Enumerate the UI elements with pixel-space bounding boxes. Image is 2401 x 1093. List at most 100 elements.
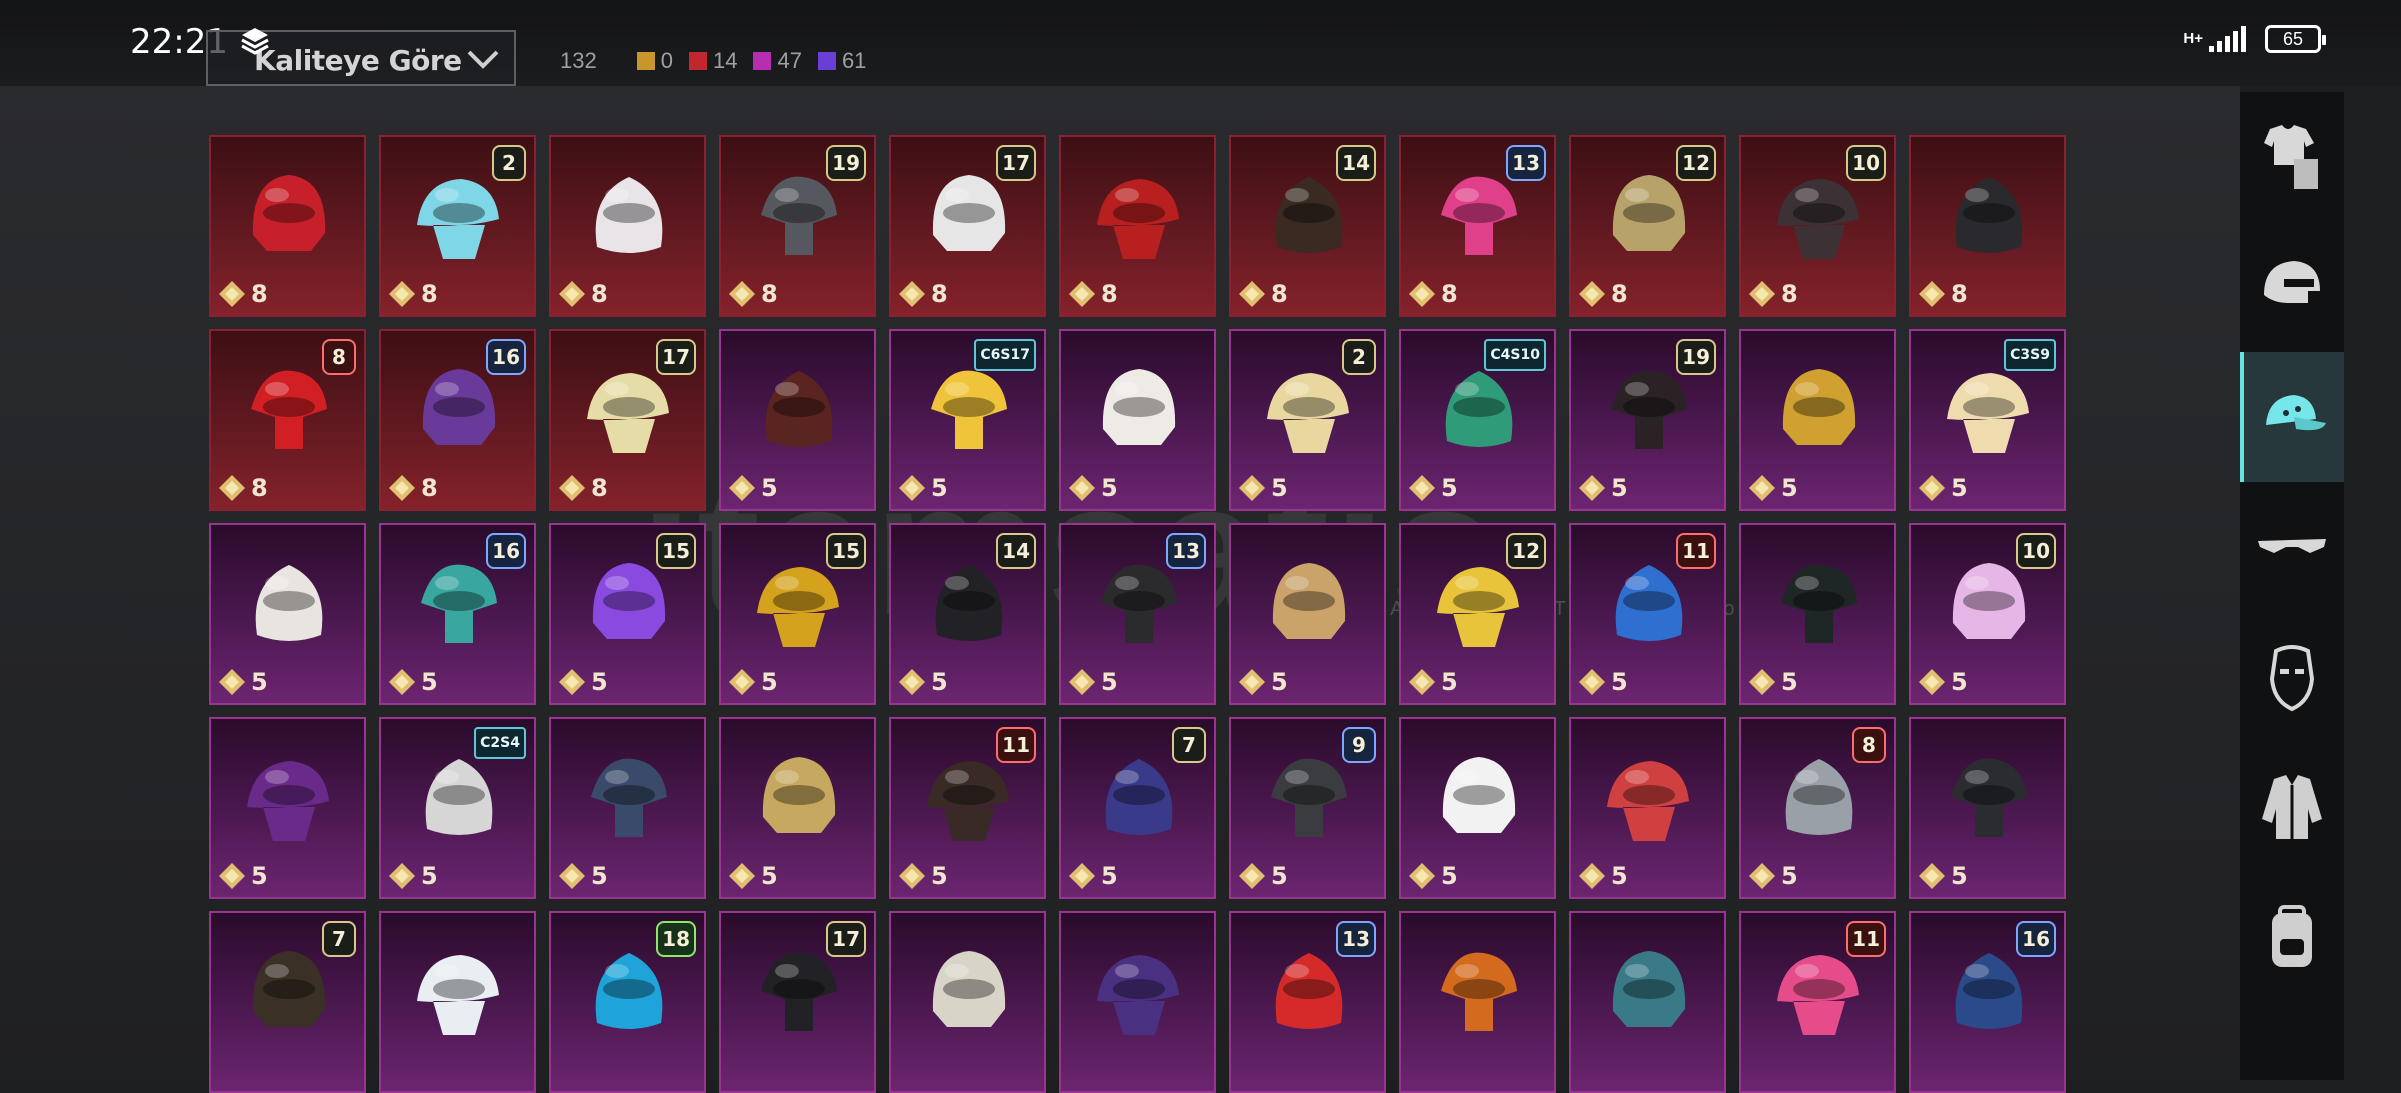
item-card[interactable]: 18	[549, 911, 706, 1093]
sidebar-item-headwear[interactable]	[2240, 352, 2344, 482]
item-card[interactable]: 5	[1909, 717, 2066, 899]
item-price: 8	[1917, 279, 1968, 309]
battery-indicator: 65	[2265, 25, 2326, 53]
count-epic: 47	[753, 48, 802, 74]
item-card[interactable]: 10 8	[1739, 135, 1896, 317]
item-level-badge: C2S4	[474, 727, 526, 759]
item-card[interactable]: 14 8	[1229, 135, 1386, 317]
diamond-icon	[1919, 669, 1945, 695]
item-card[interactable]: 17 8	[549, 329, 706, 511]
item-level-badge: 13	[1336, 921, 1376, 957]
item-card[interactable]: C3S9 5	[1909, 329, 2066, 511]
item-card[interactable]: 19 5	[1569, 329, 1726, 511]
item-card[interactable]: 8	[549, 135, 706, 317]
item-card[interactable]: 19 8	[719, 135, 876, 317]
item-price-value: 5	[761, 862, 778, 890]
item-card[interactable]: 8	[209, 135, 366, 317]
item-level-badge: 14	[1336, 145, 1376, 181]
diamond-icon	[389, 475, 415, 501]
item-card[interactable]: 14 5	[889, 523, 1046, 705]
item-price-value: 5	[591, 862, 608, 890]
item-thumbnail	[762, 757, 836, 833]
item-price-value: 8	[931, 280, 948, 308]
item-card[interactable]: 17	[719, 911, 876, 1093]
item-card[interactable]: 5	[719, 329, 876, 511]
item-card[interactable]: 7	[209, 911, 366, 1093]
item-card[interactable]: 11	[1739, 911, 1896, 1093]
item-card[interactable]	[379, 911, 536, 1093]
diamond-icon	[899, 281, 925, 307]
item-level-badge: 8	[1852, 727, 1886, 763]
item-level-badge: 9	[1342, 727, 1376, 763]
item-card[interactable]: 5	[209, 523, 366, 705]
item-card[interactable]: 11 5	[1569, 523, 1726, 705]
item-card[interactable]: 8	[1059, 135, 1216, 317]
item-price: 5	[727, 473, 778, 503]
item-thumbnail	[765, 371, 833, 447]
diamond-icon	[899, 475, 925, 501]
diamond-icon	[1239, 281, 1265, 307]
item-card[interactable]: 5	[1569, 717, 1726, 899]
item-card[interactable]: C2S4 5	[379, 717, 536, 899]
diamond-icon	[1239, 475, 1265, 501]
sidebar-item-face[interactable]	[2240, 612, 2344, 742]
item-card[interactable]: 5	[1229, 523, 1386, 705]
mythic-swatch	[688, 52, 707, 70]
item-thumbnail	[1781, 564, 1857, 643]
item-card[interactable]: 13	[1229, 911, 1386, 1093]
item-card[interactable]: 5	[719, 717, 876, 899]
item-card[interactable]: 5	[1739, 523, 1896, 705]
item-price: 5	[727, 667, 778, 697]
item-card[interactable]	[1059, 911, 1216, 1093]
item-card[interactable]: 13 8	[1399, 135, 1556, 317]
diamond-icon	[559, 281, 585, 307]
item-card[interactable]: 85	[1739, 717, 1896, 899]
item-card[interactable]: 13 5	[1059, 523, 1216, 705]
item-level-badge: 17	[826, 921, 866, 957]
item-price: 5	[1237, 861, 1288, 891]
item-card[interactable]	[1399, 911, 1556, 1093]
item-card[interactable]: 5	[549, 717, 706, 899]
item-card[interactable]: 5	[1739, 329, 1896, 511]
sidebar-item-eyewear[interactable]	[2240, 482, 2344, 612]
sidebar-item-helmet[interactable]	[2240, 222, 2344, 352]
item-card[interactable]: 28	[379, 135, 536, 317]
item-price-value: 8	[421, 474, 438, 502]
item-thumbnail	[417, 955, 499, 1035]
item-price: 5	[727, 861, 778, 891]
item-price: 8	[1577, 279, 1628, 309]
item-card[interactable]: 5	[1059, 329, 1216, 511]
item-card[interactable]: 88	[209, 329, 366, 511]
item-card[interactable]: 15 5	[549, 523, 706, 705]
item-card[interactable]: C4S10 5	[1399, 329, 1556, 511]
item-card[interactable]: 10 5	[1909, 523, 2066, 705]
item-card[interactable]: 16 5	[379, 523, 536, 705]
item-card[interactable]: 5	[209, 717, 366, 899]
item-card[interactable]: 25	[1229, 329, 1386, 511]
item-card[interactable]: 11 5	[889, 717, 1046, 899]
item-card[interactable]: C6S17 5	[889, 329, 1046, 511]
diamond-icon	[1239, 863, 1265, 889]
diamond-icon	[389, 281, 415, 307]
item-price: 8	[557, 279, 608, 309]
item-card[interactable]: 8	[1909, 135, 2066, 317]
category-sidebar	[2240, 92, 2344, 1080]
item-card[interactable]: 15 5	[719, 523, 876, 705]
item-card[interactable]	[889, 911, 1046, 1093]
item-card[interactable]: 16	[1909, 911, 2066, 1093]
item-card[interactable]: 75	[1059, 717, 1216, 899]
item-card[interactable]	[1569, 911, 1726, 1093]
item-card[interactable]: 95	[1229, 717, 1386, 899]
item-price-value: 5	[1101, 474, 1118, 502]
sidebar-item-backpack[interactable]	[2240, 872, 2344, 1002]
sidebar-item-outfit[interactable]	[2240, 92, 2344, 222]
item-card[interactable]: 16 8	[379, 329, 536, 511]
item-card[interactable]: 17 8	[889, 135, 1046, 317]
item-card[interactable]: 12 5	[1399, 523, 1556, 705]
network-type: H+	[2183, 30, 2203, 47]
item-card[interactable]: 12 8	[1569, 135, 1726, 317]
item-level-badge: 12	[1506, 533, 1546, 569]
item-price-value: 5	[761, 668, 778, 696]
item-card[interactable]: 5	[1399, 717, 1556, 899]
sidebar-item-jacket[interactable]	[2240, 742, 2344, 872]
